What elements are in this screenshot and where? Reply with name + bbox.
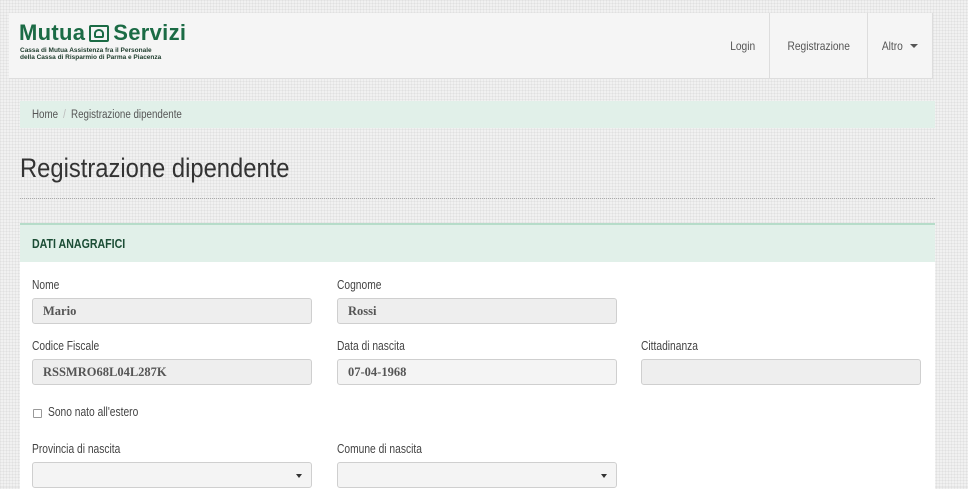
nome-label: Nome bbox=[32, 278, 60, 292]
panel-heading: DATI ANAGRAFICI bbox=[20, 225, 935, 262]
brand-name-part1: Mutua bbox=[19, 20, 86, 45]
brand-tagline-line2: della Cassa di Risparmio di Parma e Piac… bbox=[20, 54, 162, 61]
nav-login-label: Login bbox=[729, 38, 755, 53]
breadcrumb-current: Registrazione dipendente bbox=[71, 108, 182, 121]
cittadinanza-label: Cittadinanza bbox=[641, 339, 698, 353]
provincia-nascita-select[interactable] bbox=[32, 462, 312, 488]
nav-altro-label: Altro bbox=[882, 38, 904, 53]
codice-fiscale-label: Codice Fiscale bbox=[32, 339, 100, 353]
provincia-nascita-label: Provincia di nascita bbox=[32, 442, 121, 456]
select-arrow-icon bbox=[601, 474, 607, 478]
select-arrow-icon bbox=[296, 474, 302, 478]
top-navbar: Mutua Servizi Cassa di Mutua Assistenza … bbox=[9, 13, 933, 79]
nome-field[interactable]: Mario bbox=[32, 298, 312, 324]
panel-heading-title: DATI ANAGRAFICI bbox=[32, 236, 126, 251]
nav-registrazione-link[interactable]: Registrazione bbox=[768, 13, 867, 78]
nato-estero-checkbox[interactable] bbox=[33, 409, 42, 418]
brand-logo[interactable]: Mutua Servizi Cassa di Mutua Assistenza … bbox=[19, 21, 186, 62]
breadcrumb-separator: / bbox=[63, 108, 66, 121]
comune-nascita-select[interactable] bbox=[337, 462, 617, 488]
navbar-links: Login Registrazione Altro bbox=[716, 13, 933, 78]
codice-fiscale-field[interactable]: RSSMRO68L04L287K bbox=[32, 359, 312, 385]
page-title: Registrazione dipendente bbox=[20, 153, 290, 183]
data-nascita-label: Data di nascita bbox=[337, 339, 405, 353]
brand-emblem-icon bbox=[89, 24, 110, 42]
data-nascita-field[interactable]: 07-04-1968 bbox=[337, 359, 617, 385]
cognome-field[interactable]: Rossi bbox=[337, 298, 617, 324]
cittadinanza-field[interactable] bbox=[641, 359, 921, 385]
brand-name-part2: Servizi bbox=[113, 20, 187, 45]
brand-title: Mutua Servizi bbox=[19, 21, 186, 45]
caret-down-icon bbox=[910, 43, 918, 48]
nav-registrazione-label: Registrazione bbox=[787, 38, 850, 53]
cognome-label: Cognome bbox=[337, 278, 382, 292]
dati-anagrafici-panel: DATI ANAGRAFICI Nome Mario Cognome Rossi… bbox=[20, 223, 935, 489]
breadcrumb: Home / Registrazione dipendente bbox=[20, 101, 935, 128]
brand-tagline: Cassa di Mutua Assistenza fra il Persona… bbox=[19, 47, 186, 61]
nav-login-link[interactable]: Login bbox=[716, 13, 769, 78]
breadcrumb-home-link[interactable]: Home bbox=[32, 109, 58, 121]
comune-nascita-label: Comune di nascita bbox=[337, 442, 422, 456]
nav-altro-dropdown[interactable]: Altro bbox=[867, 13, 933, 78]
brand-tagline-line1: Cassa di Mutua Assistenza fra il Persona… bbox=[20, 47, 152, 54]
nato-estero-label[interactable]: Sono nato all'estero bbox=[48, 405, 138, 419]
title-divider bbox=[20, 198, 935, 199]
